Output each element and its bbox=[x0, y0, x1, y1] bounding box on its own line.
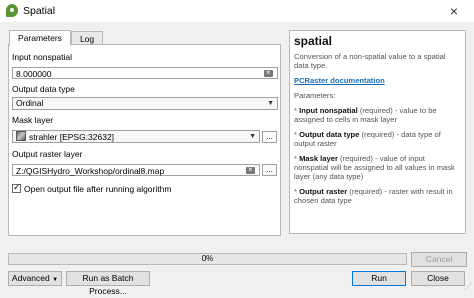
progress-bar: 0% bbox=[8, 253, 407, 265]
output-raster-label: Output raster layer bbox=[12, 149, 83, 159]
resize-grip-icon[interactable]: ⋰ bbox=[464, 282, 472, 291]
parameters-panel: Input nonspatial 8.000000 Output data ty… bbox=[8, 44, 281, 236]
tab-parameters[interactable]: Parameters bbox=[9, 30, 71, 46]
output-datatype-label: Output data type bbox=[12, 84, 75, 94]
run-button[interactable]: Run bbox=[352, 271, 406, 286]
help-param-item: * Input nonspatial (required) - value to… bbox=[294, 106, 437, 124]
progress-label: 0% bbox=[201, 254, 214, 263]
open-output-checkbox[interactable] bbox=[12, 182, 21, 193]
output-datatype-value: Ordinal bbox=[16, 98, 44, 108]
help-param-item: * Output data type (required) - data typ… bbox=[294, 130, 441, 148]
clear-icon[interactable] bbox=[246, 164, 255, 176]
mask-layer-value: strahler [EPSG:32632] bbox=[29, 132, 115, 142]
mask-layer-browse-button[interactable]: ... bbox=[262, 131, 277, 143]
window-title: Spatial bbox=[23, 5, 56, 17]
help-panel: spatial Conversion of a non-spatial valu… bbox=[289, 30, 466, 234]
clear-icon[interactable] bbox=[264, 67, 273, 79]
chevron-down-icon: ▼ bbox=[249, 133, 256, 140]
open-output-checkbox-label[interactable]: Open output file after running algorithm bbox=[24, 184, 171, 194]
advanced-label: Advanced bbox=[11, 273, 50, 283]
mask-layer-label: Mask layer bbox=[12, 115, 54, 125]
pcraster-doc-link[interactable]: PCRaster documentation bbox=[294, 76, 385, 85]
tab-bar: Parameters Log bbox=[9, 30, 104, 46]
window-close-button[interactable]: × bbox=[434, 0, 474, 22]
help-params-heading: Parameters: bbox=[294, 91, 336, 100]
help-description: Conversion of a non-spatial value to a s… bbox=[294, 52, 446, 70]
input-nonspatial-field[interactable]: 8.000000 bbox=[12, 67, 278, 79]
run-batch-button[interactable]: Run as Batch Process... bbox=[66, 271, 150, 296]
output-raster-browse-button[interactable]: ... bbox=[262, 164, 277, 176]
title-bar: Spatial × bbox=[0, 0, 474, 22]
cancel-button[interactable]: Cancel bbox=[411, 252, 467, 267]
output-datatype-select[interactable]: Ordinal ▼ bbox=[12, 97, 278, 110]
raster-layer-icon bbox=[16, 131, 26, 141]
output-raster-value: Z:/QGISHydro_Workshop/ordinal8.map bbox=[16, 166, 165, 176]
output-raster-field[interactable]: Z:/QGISHydro_Workshop/ordinal8.map bbox=[12, 164, 260, 176]
chevron-down-icon: ▼ bbox=[267, 100, 274, 107]
advanced-button[interactable]: Advanced ▼ bbox=[8, 271, 62, 286]
help-param-item: * Output raster (required) - raster with… bbox=[294, 187, 453, 205]
help-param-item: * Mask layer (required) - value of input… bbox=[294, 154, 455, 181]
close-button[interactable]: Close bbox=[411, 271, 465, 286]
chevron-down-icon: ▼ bbox=[52, 277, 59, 283]
mask-layer-select[interactable]: strahler [EPSG:32632] ▼ bbox=[12, 130, 260, 143]
input-nonspatial-value: 8.000000 bbox=[16, 69, 52, 79]
help-title: spatial bbox=[294, 34, 333, 48]
input-nonspatial-label: Input nonspatial bbox=[12, 52, 73, 62]
qgis-logo-icon bbox=[6, 4, 18, 17]
